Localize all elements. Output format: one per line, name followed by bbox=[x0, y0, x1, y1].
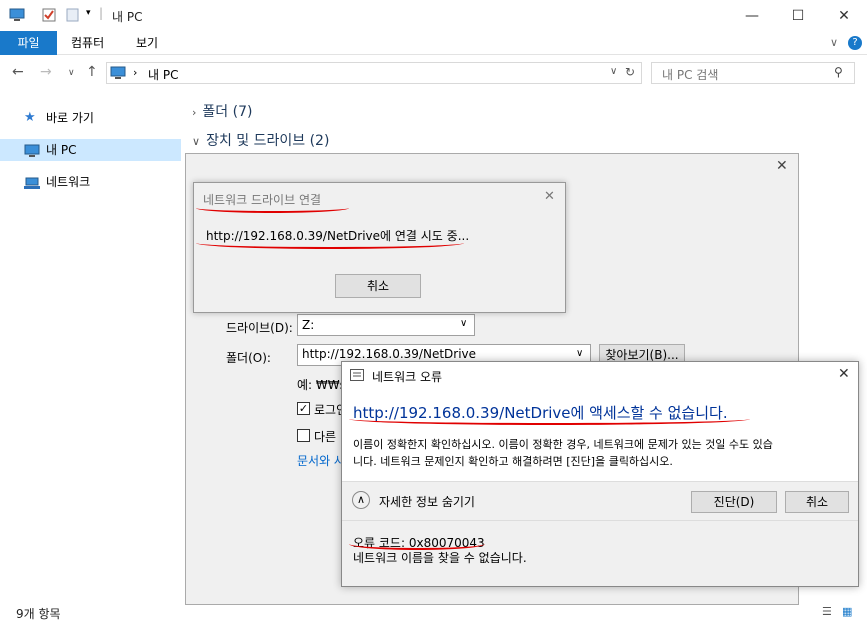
error-body-line2: 니다. 네트워크 문제인지 확인하고 해결하려면 [진단]을 클릭하십시오. bbox=[353, 455, 673, 468]
address-path[interactable]: 내 PC bbox=[148, 66, 178, 83]
close-icon[interactable]: ✕ bbox=[776, 158, 788, 174]
search-icon[interactable]: ⚲ bbox=[834, 65, 843, 79]
collapse-details-icon[interactable]: ∧ bbox=[352, 491, 370, 509]
search-placeholder: 내 PC 검색 bbox=[662, 68, 719, 82]
details-toggle[interactable]: 자세한 정보 숨기기 bbox=[379, 493, 475, 510]
network-error-dialog: 네트워크 오류 ✕ http://192.168.0.39/NetDrive에 … bbox=[341, 361, 859, 587]
status-item-count: 9개 항목 bbox=[16, 607, 61, 621]
large-icons-view-icon[interactable]: ▦ bbox=[842, 605, 852, 618]
details-view-icon[interactable]: ☰ bbox=[822, 605, 832, 618]
search-input[interactable]: 내 PC 검색 ⚲ bbox=[651, 62, 855, 84]
quick-access-dropdown-icon[interactable]: ▾ bbox=[86, 8, 91, 18]
tab-computer[interactable]: 컴퓨터 bbox=[57, 31, 118, 55]
annotation-underline bbox=[196, 203, 349, 213]
maximize-button[interactable]: ☐ bbox=[775, 0, 821, 31]
drive-select[interactable]: Z: ∨ bbox=[297, 314, 475, 336]
recent-dropdown-icon[interactable]: ∨ bbox=[68, 68, 75, 78]
title-separator: | bbox=[99, 6, 104, 20]
tab-file[interactable]: 파일 bbox=[0, 31, 57, 55]
chevron-down-icon: ∨ bbox=[192, 135, 201, 148]
tab-view[interactable]: 보기 bbox=[122, 31, 172, 55]
address-dropdown-icon[interactable]: ∨ bbox=[610, 66, 617, 77]
close-icon[interactable]: ✕ bbox=[838, 366, 850, 382]
help-icon[interactable]: ? bbox=[848, 36, 862, 50]
cancel-button[interactable]: 취소 bbox=[785, 491, 849, 513]
chevron-down-icon: ∨ bbox=[460, 318, 468, 329]
group-devices-drives[interactable]: ∨ 장치 및 드라이브 (2) bbox=[192, 130, 329, 150]
back-icon[interactable]: ← bbox=[12, 64, 24, 80]
close-button[interactable]: ✕ bbox=[821, 0, 867, 31]
ribbon-collapse-icon[interactable]: ∨ bbox=[830, 36, 838, 49]
group-label: 폴더 (7) bbox=[202, 104, 253, 120]
error-title: 네트워크 오류 bbox=[372, 370, 443, 384]
minimize-button[interactable]: — bbox=[729, 0, 775, 31]
cancel-button[interactable]: 취소 bbox=[335, 274, 421, 298]
error-detail: 네트워크 이름을 찾을 수 없습니다. bbox=[353, 551, 527, 565]
network-icon bbox=[24, 175, 40, 189]
window-title: 내 PC bbox=[112, 10, 143, 24]
nav-item-network[interactable]: 네트워크 bbox=[0, 171, 181, 193]
title-bar: ▾ | 내 PC — ☐ ✕ bbox=[0, 0, 867, 31]
close-icon[interactable]: ✕ bbox=[544, 189, 555, 204]
diagnose-button[interactable]: 진단(D) bbox=[691, 491, 777, 513]
ribbon-tabs: 파일 컴퓨터 보기 ∨ ? bbox=[0, 31, 867, 55]
error-body-line1: 이름이 정확한지 확인하십시오. 이름이 정확한 경우, 네트워크에 문제가 있… bbox=[353, 438, 773, 451]
address-row: ← → ∨ ↑ › 내 PC ∨ ↻ 내 PC 검색 ⚲ bbox=[0, 58, 867, 88]
refresh-icon[interactable]: ↻ bbox=[625, 65, 635, 79]
forward-icon[interactable]: → bbox=[40, 64, 52, 80]
nav-item-this-pc[interactable]: 내 PC bbox=[0, 139, 181, 161]
drive-label: 드라이브(D): bbox=[226, 321, 293, 335]
nav-item-quick-access[interactable]: ★ 바로 가기 bbox=[0, 107, 181, 129]
browse-button-label: 찾아보기(B)... bbox=[605, 348, 679, 362]
group-folders[interactable]: › 폴더 (7) bbox=[192, 101, 252, 121]
cancel-button-label: 취소 bbox=[366, 279, 390, 293]
other-credentials-label: 다른 bbox=[314, 430, 337, 444]
cancel-button-label: 취소 bbox=[805, 495, 829, 509]
address-bar[interactable]: › 내 PC ∨ ↻ bbox=[106, 62, 642, 84]
diagnose-button-label: 진단(D) bbox=[713, 495, 755, 509]
annotation-underline bbox=[349, 413, 750, 425]
computer-icon bbox=[110, 66, 126, 83]
computer-icon bbox=[24, 143, 40, 157]
annotation-underline bbox=[196, 237, 464, 249]
network-error-icon bbox=[350, 369, 364, 384]
chevron-right-icon[interactable]: › bbox=[133, 66, 137, 79]
drive-value: Z: bbox=[302, 318, 315, 332]
chevron-down-icon: ∨ bbox=[576, 348, 584, 359]
nav-item-label: 내 PC bbox=[46, 143, 77, 157]
chevron-right-icon: › bbox=[192, 106, 197, 119]
other-credentials-checkbox[interactable] bbox=[297, 429, 310, 442]
folder-value: http://192.168.0.39/NetDrive bbox=[302, 347, 477, 361]
reconnect-checkbox[interactable]: ✓ bbox=[297, 402, 310, 415]
computer-icon bbox=[9, 8, 25, 22]
up-icon[interactable]: ↑ bbox=[86, 64, 98, 80]
new-folder-icon[interactable] bbox=[66, 8, 82, 22]
group-label: 장치 및 드라이브 (2) bbox=[206, 133, 330, 149]
annotation-underline bbox=[349, 538, 485, 550]
folder-label: 폴더(O): bbox=[226, 351, 271, 365]
nav-item-label: 바로 가기 bbox=[46, 111, 94, 125]
nav-item-label: 네트워크 bbox=[46, 175, 91, 189]
documents-link[interactable]: 문서와 사 bbox=[297, 452, 345, 469]
properties-icon[interactable] bbox=[42, 8, 58, 22]
star-icon: ★ bbox=[24, 110, 36, 125]
